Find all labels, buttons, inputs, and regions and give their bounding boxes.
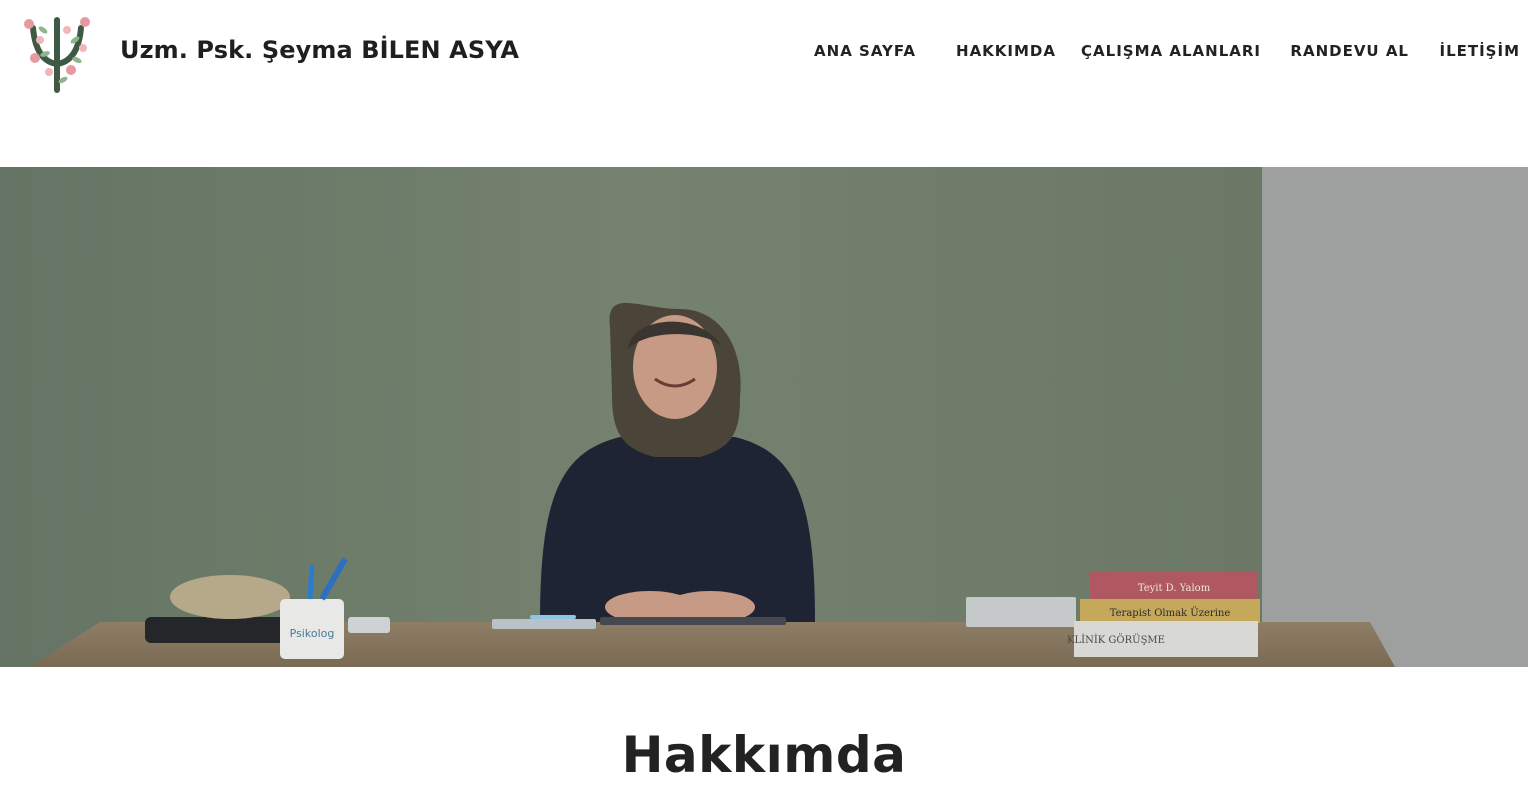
pen (530, 615, 576, 619)
site-header: Uzm. Psk. Şeyma BİLEN ASYA ANA SAYFA HAK… (0, 0, 1528, 106)
psi-floral-logo-icon (24, 17, 90, 93)
laptop-bag (145, 617, 285, 643)
book-1-title: Teyit D. Yalom (1138, 583, 1211, 594)
hero-photo: Psikolog Teyit D. Yalom Terapist Olmak Ü… (0, 167, 1528, 667)
mug-text: Psikolog (290, 627, 335, 640)
nav-contact[interactable]: İLETİŞİM (1439, 42, 1520, 60)
nav-home[interactable]: ANA SAYFA (814, 42, 916, 60)
nav-appointment[interactable]: RANDEVU AL (1290, 42, 1409, 60)
side-wall (1262, 167, 1528, 667)
hero-scene: Psikolog Teyit D. Yalom Terapist Olmak Ü… (0, 167, 1528, 667)
pencil-case (170, 575, 290, 619)
site-title[interactable]: Uzm. Psk. Şeyma BİLEN ASYA (120, 36, 519, 64)
book-3-title: KLİNİK GÖRÜŞME (1067, 634, 1165, 646)
nav-work-areas[interactable]: ÇALIŞMA ALANLARI (1081, 42, 1261, 60)
notebook (492, 619, 596, 629)
laptop (600, 617, 786, 625)
book-2-title: Terapist Olmak Üzerine (1110, 607, 1231, 619)
remote (348, 617, 390, 633)
nav-about[interactable]: HAKKIMDA (956, 42, 1056, 60)
page-title: Hakkımda (621, 726, 907, 784)
